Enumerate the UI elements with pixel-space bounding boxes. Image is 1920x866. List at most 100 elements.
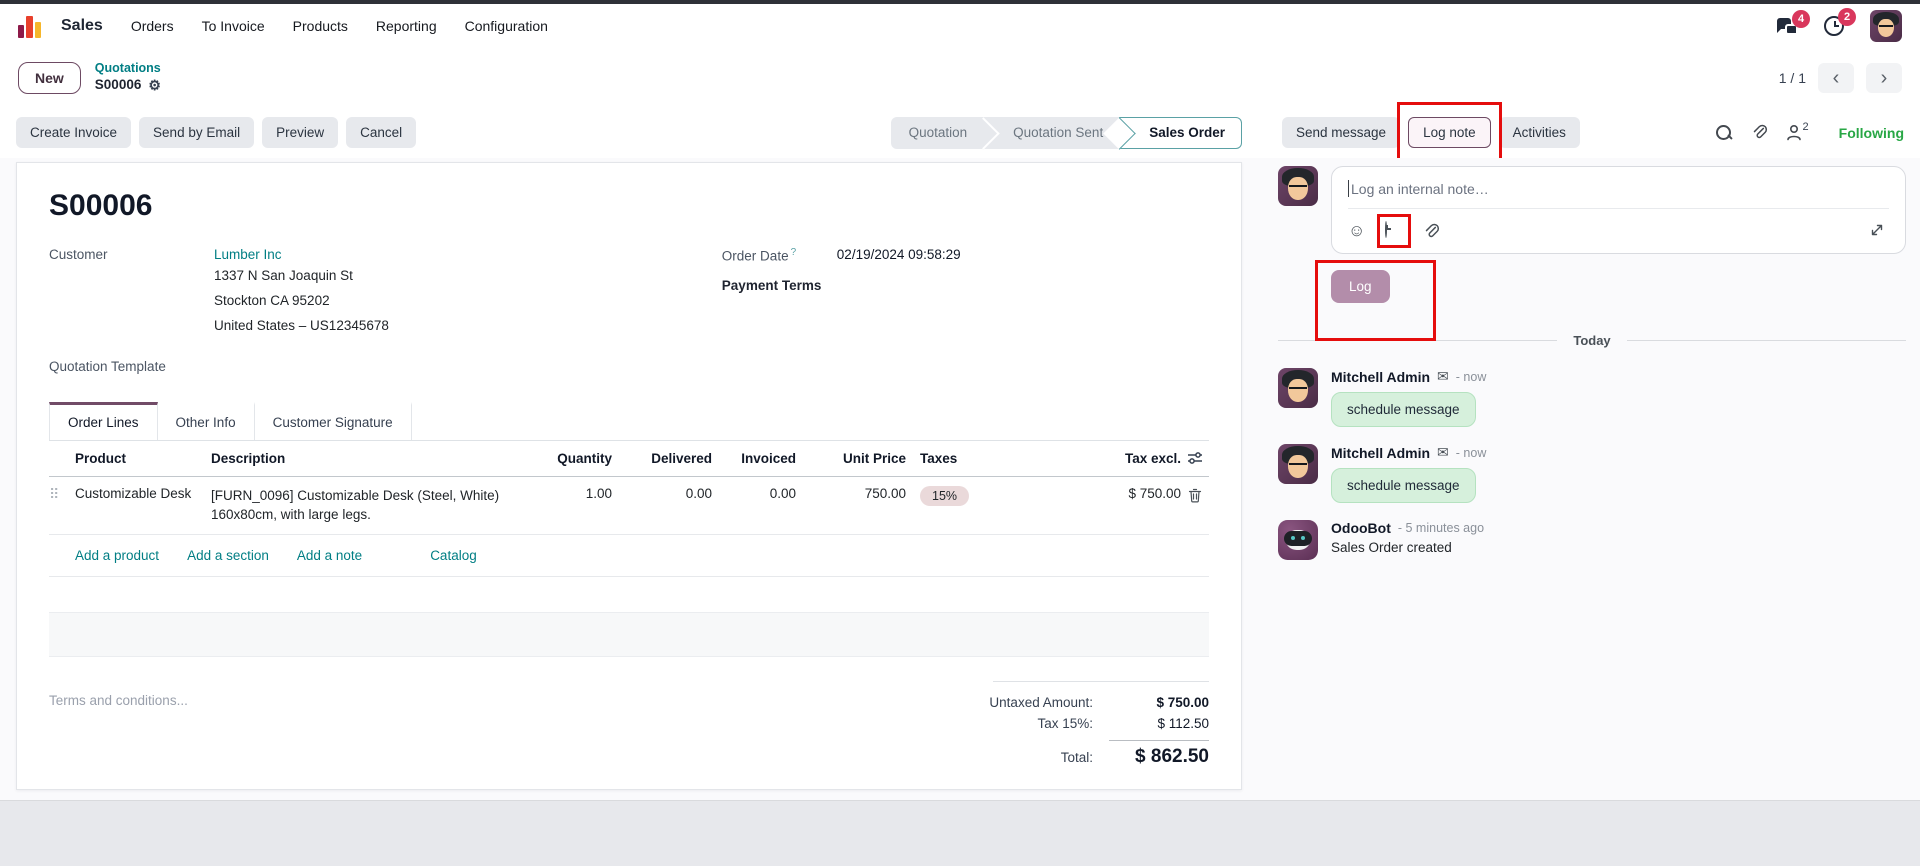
message-time: - now (1455, 445, 1487, 460)
drag-handle-icon[interactable] (49, 486, 75, 503)
terms-and-conditions-field[interactable]: Terms and conditions... (49, 681, 188, 771)
sales-app-icon[interactable] (18, 14, 41, 38)
col-delivered[interactable]: Delivered (612, 451, 712, 466)
app-name[interactable]: Sales (61, 17, 103, 35)
cell-description-line1[interactable]: [FURN_0096] Customizable Desk (Steel, Wh… (211, 486, 542, 506)
tab-customer-signature[interactable]: Customer Signature (254, 401, 412, 440)
statusbar-step-quotation-sent[interactable]: Quotation Sent (983, 116, 1136, 150)
message-author: Mitchell Admin (1331, 368, 1431, 385)
settings-gear-icon[interactable] (148, 77, 161, 95)
col-description[interactable]: Description (211, 451, 542, 466)
customer-address-line: Stockton CA 95202 (214, 292, 330, 308)
breadcrumb-bar: New Quotations S00006 1 / 1 (0, 48, 1920, 108)
col-tax-excl[interactable]: Tax excl. (1041, 451, 1181, 466)
order-date-field[interactable]: 02/19/2024 09:58:29 (837, 247, 961, 264)
nav-item-orders[interactable]: Orders (131, 18, 174, 34)
total-label: Total: (1060, 749, 1093, 765)
add-a-product-link[interactable]: Add a product (75, 548, 159, 563)
content-area: S00006 Customer Lumber Inc 1337 N San Jo… (0, 158, 1920, 800)
nav-item-to-invoice[interactable]: To Invoice (202, 18, 265, 34)
cell-delivered[interactable]: 0.00 (612, 486, 712, 501)
empty-table-row (49, 612, 1209, 657)
odoobot-avatar (1278, 520, 1318, 560)
annotation-box-clock (1377, 214, 1412, 248)
pager-next-button[interactable] (1866, 63, 1902, 93)
empty-table-row (49, 577, 1209, 613)
composer-avatar (1278, 166, 1318, 206)
cell-description-line2[interactable]: 160x80cm, with large legs. (211, 505, 542, 525)
nav-item-products[interactable]: Products (293, 18, 348, 34)
add-a-section-link[interactable]: Add a section (187, 548, 269, 563)
new-button[interactable]: New (18, 62, 81, 94)
attachments-icon[interactable] (1751, 124, 1768, 141)
quotation-template-label: Quotation Template (49, 358, 166, 374)
activities-clock-icon[interactable]: 2 (1824, 8, 1856, 36)
cell-unit-price[interactable]: 750.00 (796, 486, 906, 501)
col-product[interactable]: Product (75, 451, 211, 466)
expand-composer-icon[interactable] (1869, 222, 1885, 241)
cancel-button[interactable]: Cancel (346, 117, 417, 148)
untaxed-amount-label: Untaxed Amount: (989, 694, 1093, 710)
customer-address-line: United States – US12345678 (214, 317, 389, 333)
statusbar-step-quotation[interactable]: Quotation (890, 116, 1000, 150)
empty-table-row (49, 657, 1209, 679)
nav-item-reporting[interactable]: Reporting (376, 18, 437, 34)
send-message-button[interactable]: Send message (1282, 117, 1401, 148)
message-item: Mitchell Admin - now schedule message (1278, 368, 1906, 427)
total-value: $ 862.50 (1109, 739, 1209, 768)
today-divider: Today (1573, 333, 1611, 348)
user-avatar[interactable] (1870, 10, 1902, 42)
attach-file-icon[interactable] (1423, 223, 1440, 240)
tab-order-lines[interactable]: Order Lines (49, 401, 158, 440)
col-unit-price[interactable]: Unit Price (796, 451, 906, 466)
tax-value: $ 112.50 (1157, 715, 1209, 731)
delete-row-icon[interactable] (1181, 486, 1209, 503)
statusbar: Quotation Quotation Sent Sales Order (890, 116, 1242, 150)
composer-placeholder: Log an internal note… (1351, 180, 1489, 197)
log-button[interactable]: Log (1331, 270, 1390, 303)
customer-link[interactable]: Lumber Inc (214, 247, 282, 262)
schedule-message-clock-icon[interactable] (1377, 214, 1412, 248)
col-taxes[interactable]: Taxes (906, 451, 1041, 466)
send-by-email-button[interactable]: Send by Email (139, 117, 255, 148)
statusbar-step-sales-order[interactable]: Sales Order (1119, 117, 1242, 149)
log-note-composer[interactable]: Log an internal note… (1331, 166, 1906, 254)
message-time: - 5 minutes ago (1397, 521, 1485, 535)
bottom-band (0, 800, 1920, 866)
emoji-icon[interactable] (1348, 221, 1365, 241)
pager-previous-button[interactable] (1818, 63, 1854, 93)
tax-badge[interactable]: 15% (920, 485, 970, 506)
notebook-tabs: Order Lines Other Info Customer Signatur… (49, 401, 1209, 441)
search-messages-icon[interactable] (1715, 124, 1733, 142)
optional-columns-icon[interactable] (1181, 451, 1209, 465)
message-body: Sales Order created (1331, 540, 1452, 555)
cell-invoiced[interactable]: 0.00 (712, 486, 796, 501)
untaxed-amount-value: $ 750.00 (1156, 694, 1209, 710)
catalog-link[interactable]: Catalog (430, 548, 477, 563)
text-cursor (1348, 180, 1349, 197)
help-icon: ? (790, 247, 797, 258)
customer-label: Customer (49, 247, 108, 262)
col-invoiced[interactable]: Invoiced (712, 451, 796, 466)
cell-tax-excl: $ 750.00 (1128, 485, 1181, 501)
totals-block: Untaxed Amount: $ 750.00 Tax 15%: $ 112.… (873, 680, 1209, 771)
tab-other-info[interactable]: Other Info (157, 401, 255, 440)
col-quantity[interactable]: Quantity (542, 451, 612, 466)
message-avatar (1278, 368, 1318, 408)
nav-item-configuration[interactable]: Configuration (465, 18, 548, 34)
pager-counter: 1 / 1 (1778, 70, 1806, 86)
messages-icon[interactable]: 4 (1777, 9, 1810, 35)
preview-button[interactable]: Preview (262, 117, 339, 148)
following-toggle[interactable]: Following (1839, 125, 1904, 141)
followers-count: 2 (1802, 121, 1809, 133)
log-note-button[interactable]: Log note (1408, 117, 1491, 148)
cell-product[interactable]: Customizable Desk (75, 486, 211, 501)
message-item: Mitchell Admin - now schedule message (1278, 444, 1906, 503)
activities-button[interactable]: Activities (1498, 117, 1580, 148)
create-invoice-button[interactable]: Create Invoice (16, 117, 132, 148)
cell-quantity[interactable]: 1.00 (542, 486, 612, 501)
followers-icon[interactable]: 2 (1786, 121, 1809, 141)
add-a-note-link[interactable]: Add a note (297, 548, 362, 563)
form-sheet: S00006 Customer Lumber Inc 1337 N San Jo… (16, 162, 1242, 790)
breadcrumb-quotations-link[interactable]: Quotations (95, 61, 161, 77)
